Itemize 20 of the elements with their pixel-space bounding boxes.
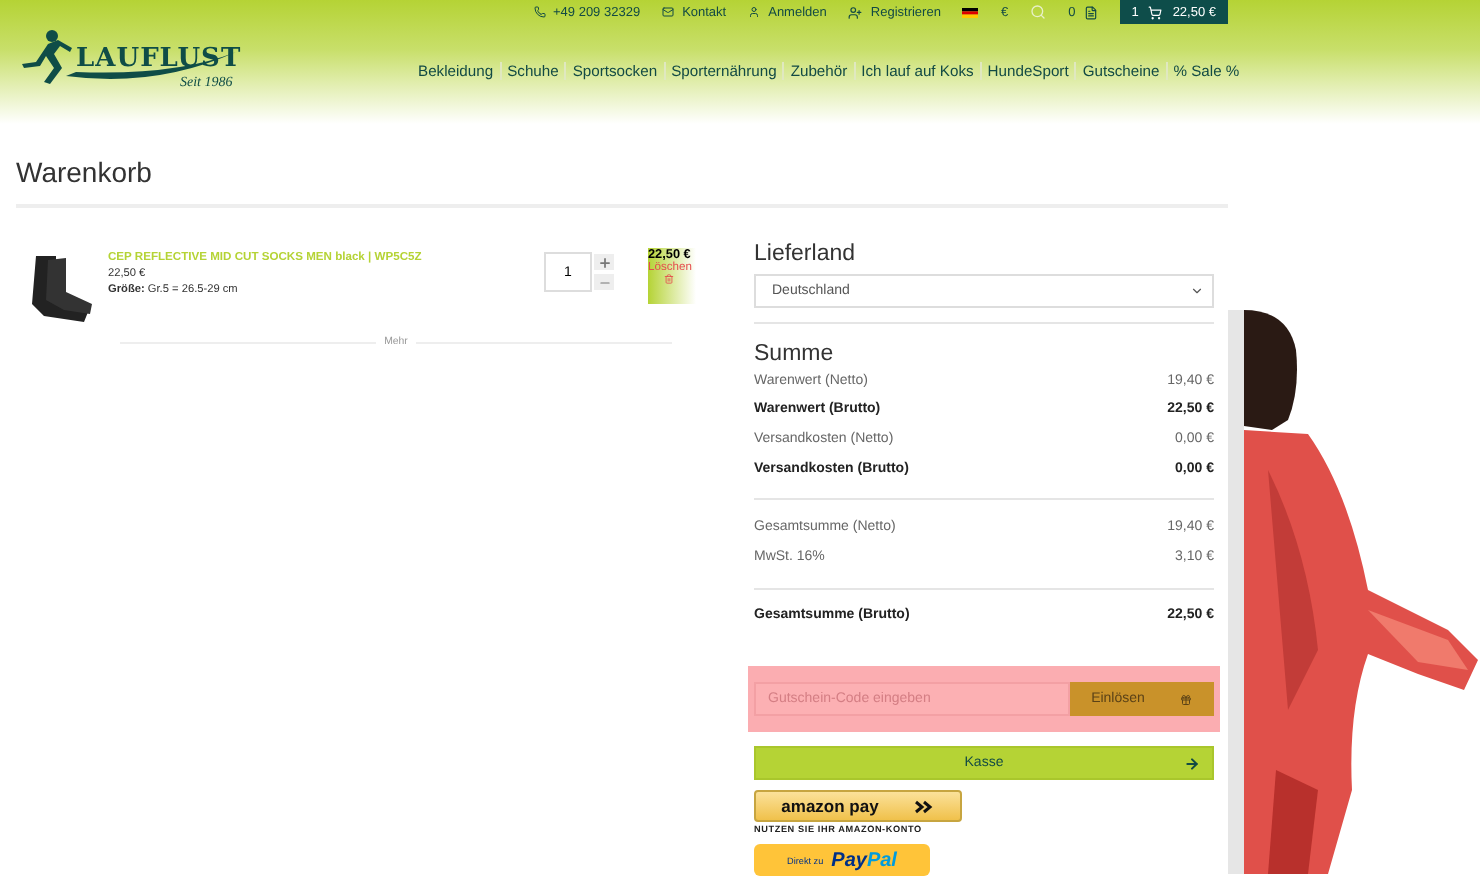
logo-text: LAUFLUST [76, 44, 242, 74]
plus-icon [597, 255, 611, 269]
chevron-down-icon [1190, 284, 1204, 298]
page-title: Warenkorb [14, 154, 154, 192]
arrow-right-icon [1184, 756, 1200, 773]
shipping-heading: Lieferland [754, 242, 858, 266]
chevrons-icon [914, 799, 935, 814]
amazon-pay-button[interactable]: amazon pay [754, 790, 962, 823]
cart-icon [1148, 5, 1163, 19]
trash-icon[interactable] [664, 274, 674, 284]
increase-button[interactable] [592, 252, 616, 272]
decrease-button[interactable] [592, 272, 616, 292]
phone-icon [533, 6, 545, 18]
summary-heading: Summe [754, 342, 836, 366]
mail-icon [662, 6, 675, 18]
flag-icon[interactable] [962, 7, 979, 17]
document-icon[interactable] [1083, 5, 1098, 19]
user-plus-icon [848, 5, 863, 19]
gift-icon [1180, 693, 1193, 706]
user-icon [748, 6, 761, 18]
